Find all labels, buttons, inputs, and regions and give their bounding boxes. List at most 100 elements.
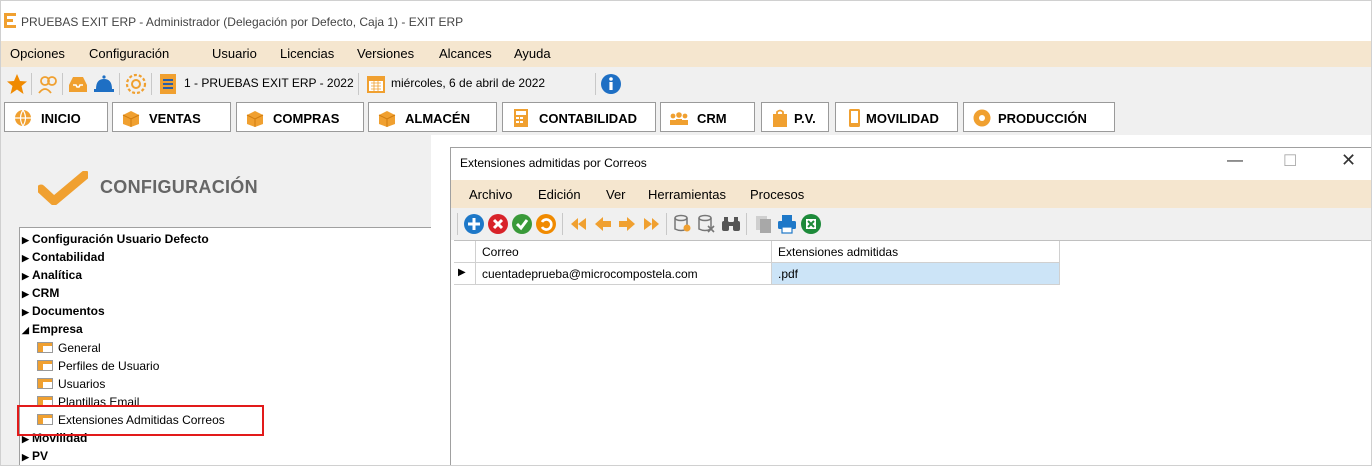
tree-node-empresa[interactable]: ◢ Empresa	[22, 322, 83, 336]
cell-correo[interactable]: cuentadeprueba@microcompostela.com	[476, 263, 772, 285]
cell-extensiones[interactable]: .pdf	[772, 263, 1060, 285]
tree-node[interactable]: ▶ PV	[22, 449, 48, 463]
red-highlight-box	[17, 405, 264, 436]
next-record-icon[interactable]	[616, 213, 638, 235]
tree-leaf-label: Usuarios	[58, 377, 106, 391]
menu-archivo[interactable]: Archivo	[469, 187, 512, 202]
add-icon[interactable]	[463, 213, 485, 235]
previous-record-icon[interactable]	[592, 213, 614, 235]
gear-icon[interactable]	[125, 73, 147, 95]
tree-node[interactable]: ▶ Configuración Usuario Defecto	[22, 232, 209, 246]
extensions-dialog: Extensiones admitidas por Correos — ☐ ✕ …	[450, 147, 1371, 465]
expand-arrow-icon: ▶	[22, 307, 29, 317]
form-icon	[37, 360, 53, 371]
menu-configuracion[interactable]: Configuración	[89, 46, 169, 61]
expand-arrow-icon: ▶	[22, 253, 29, 263]
close-button[interactable]: ✕	[1341, 150, 1356, 171]
menu-opciones[interactable]: Opciones	[10, 46, 65, 61]
tree-leaf[interactable]: Perfiles de Usuario	[37, 359, 159, 373]
tree-node-label: Documentos	[32, 304, 105, 318]
menu-herramientas[interactable]: Herramientas	[648, 187, 726, 202]
module-compras-button[interactable]: COMPRAS	[236, 102, 364, 132]
calendar-icon[interactable]	[365, 73, 387, 95]
box-icon	[378, 111, 396, 127]
excel-export-icon[interactable]	[800, 213, 822, 235]
expand-arrow-icon: ▶	[22, 271, 29, 281]
config-side-panel: CONFIGURACIÓN ▶ Configuración Usuario Def…	[1, 135, 431, 465]
toolbar-separator	[31, 73, 32, 95]
tree-node[interactable]: ▶ Contabilidad	[22, 250, 105, 264]
tree-node-label: CRM	[32, 286, 60, 300]
module-label: COMPRAS	[273, 111, 340, 126]
copy-icon[interactable]	[752, 213, 774, 235]
document-icon[interactable]	[157, 73, 179, 95]
date-display[interactable]: miércoles, 6 de abril de 2022	[391, 76, 545, 90]
menu-licencias[interactable]: Licencias	[280, 46, 334, 61]
menu-edicion[interactable]: Edición	[538, 187, 581, 202]
dialog-title: Extensiones admitidas por Correos	[460, 156, 647, 170]
tree-node-label: PV	[32, 449, 49, 463]
menu-ver[interactable]: Ver	[606, 187, 626, 202]
expand-arrow-icon: ▶	[22, 289, 29, 299]
exit-logo-icon	[4, 13, 16, 28]
module-ventas-button[interactable]: VENTAS	[112, 102, 231, 132]
box-icon	[122, 111, 140, 127]
menu-alcances[interactable]: Alcances	[439, 46, 492, 61]
confirm-icon[interactable]	[511, 213, 533, 235]
module-crm-button[interactable]: CRM	[660, 102, 755, 132]
box-icon	[246, 111, 264, 127]
maximize-button[interactable]: ☐	[1283, 151, 1297, 171]
dialog-menu-bar: Archivo Edición Ver Herramientas Proceso…	[451, 180, 1371, 208]
production-gear-icon	[973, 109, 991, 127]
module-almacen-button[interactable]: ALMACÉN	[368, 102, 497, 132]
undo-icon[interactable]	[535, 213, 557, 235]
tree-node-label: Analítica	[32, 268, 83, 282]
row-selector-arrow-icon[interactable]: ▶	[454, 263, 476, 285]
tree-node[interactable]: ▶ Documentos	[22, 304, 105, 318]
module-label: ALMACÉN	[405, 111, 470, 126]
module-label: CONTABILIDAD	[539, 111, 637, 126]
module-movilidad-button[interactable]: MOVILIDAD	[835, 102, 958, 132]
info-icon[interactable]	[600, 73, 622, 95]
column-header-extensiones[interactable]: Extensiones admitidas	[772, 241, 1060, 263]
dialog-toolbar	[451, 208, 1371, 240]
module-label: P.V.	[794, 111, 816, 126]
module-label: VENTAS	[149, 111, 201, 126]
menu-usuario[interactable]: Usuario	[212, 46, 257, 61]
globe-icon	[15, 109, 31, 127]
star-icon[interactable]	[6, 73, 28, 95]
tree-leaf-label: General	[58, 341, 101, 355]
expand-arrow-icon: ▶	[22, 235, 29, 245]
checkmark-icon	[38, 171, 88, 205]
group-icon	[670, 112, 688, 125]
delete-icon[interactable]	[487, 213, 509, 235]
service-bell-icon[interactable]	[93, 73, 115, 95]
module-contabilidad-button[interactable]: CONTABILIDAD	[502, 102, 656, 132]
toolbar-separator	[595, 73, 596, 95]
database-filter-icon[interactable]	[696, 213, 718, 235]
tree-leaf[interactable]: Usuarios	[37, 377, 105, 391]
inbox-icon[interactable]	[67, 73, 89, 95]
binoculars-icon[interactable]	[720, 213, 742, 235]
print-icon[interactable]	[776, 213, 798, 235]
menu-ayuda[interactable]: Ayuda	[514, 46, 551, 61]
first-record-icon[interactable]	[568, 213, 590, 235]
tree-leaf[interactable]: General	[37, 341, 101, 355]
module-label: MOVILIDAD	[866, 111, 939, 126]
last-record-icon[interactable]	[640, 213, 662, 235]
tree-node[interactable]: ▶ Analítica	[22, 268, 82, 282]
database-search-icon[interactable]	[672, 213, 694, 235]
menu-procesos[interactable]: Procesos	[750, 187, 804, 202]
panel-title: CONFIGURACIÓN	[100, 177, 258, 197]
module-produccion-button[interactable]: PRODUCCIÓN	[963, 102, 1115, 132]
company-selector[interactable]: 1 - PRUEBAS EXIT ERP - 2022	[184, 76, 354, 90]
people-icon[interactable]	[37, 73, 59, 95]
tree-node[interactable]: ▶ CRM	[22, 286, 59, 300]
module-pv-button[interactable]: P.V.	[761, 102, 829, 132]
toolbar-separator	[62, 73, 63, 95]
column-header-correo[interactable]: Correo	[476, 241, 772, 263]
minimize-button[interactable]: —	[1227, 152, 1243, 170]
menu-versiones[interactable]: Versiones	[357, 46, 414, 61]
module-inicio-button[interactable]: INICIO	[4, 102, 108, 132]
phone-icon	[849, 109, 860, 127]
